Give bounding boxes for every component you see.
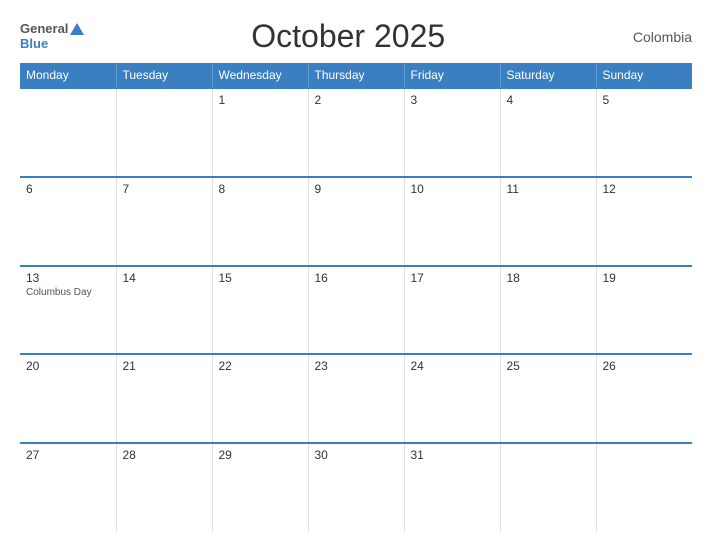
col-header-wednesday: Wednesday (212, 63, 308, 88)
day-number: 26 (603, 359, 687, 373)
country-label: Colombia (612, 29, 692, 45)
day-cell: 27 (20, 443, 116, 532)
day-cell: 21 (116, 354, 212, 443)
day-number: 23 (315, 359, 398, 373)
day-cell: 3 (404, 88, 500, 177)
logo-triangle-icon (70, 23, 84, 35)
day-cell: 23 (308, 354, 404, 443)
day-number: 9 (315, 182, 398, 196)
week-row-5: 27 28 29 30 31 (20, 443, 692, 532)
day-cell: 11 (500, 177, 596, 266)
day-cell: 2 (308, 88, 404, 177)
day-cell: 25 (500, 354, 596, 443)
week-row-1: 12345 (20, 88, 692, 177)
day-cell: 22 (212, 354, 308, 443)
week-row-3: 13 Columbus Day 14 15 16 17 18 19 (20, 266, 692, 355)
day-number: 28 (123, 448, 206, 462)
logo-blue-text: Blue (20, 37, 48, 51)
col-header-monday: Monday (20, 63, 116, 88)
month-title: October 2025 (84, 18, 612, 55)
day-cell: 14 (116, 266, 212, 355)
col-header-thursday: Thursday (308, 63, 404, 88)
day-number: 27 (26, 448, 110, 462)
day-cell: 20 (20, 354, 116, 443)
day-number: 2 (315, 93, 398, 107)
day-number: 4 (507, 93, 590, 107)
week-row-2: 6789 10 11 12 (20, 177, 692, 266)
day-cell: 31 (404, 443, 500, 532)
day-cell: 7 (116, 177, 212, 266)
logo: General Blue (20, 22, 84, 51)
day-number: 10 (411, 182, 494, 196)
day-number: 11 (507, 182, 590, 196)
day-cell: 9 (308, 177, 404, 266)
day-cell (116, 88, 212, 177)
day-cell: 8 (212, 177, 308, 266)
day-number: 20 (26, 359, 110, 373)
day-number: 19 (603, 271, 687, 285)
day-cell: 17 (404, 266, 500, 355)
day-cell: 24 (404, 354, 500, 443)
day-cell: 10 (404, 177, 500, 266)
calendar-header-row: MondayTuesdayWednesdayThursdayFridaySatu… (20, 63, 692, 88)
day-cell: 15 (212, 266, 308, 355)
day-cell (500, 443, 596, 532)
col-header-saturday: Saturday (500, 63, 596, 88)
day-number: 5 (603, 93, 687, 107)
day-number: 8 (219, 182, 302, 196)
day-cell: 6 (20, 177, 116, 266)
day-number: 12 (603, 182, 687, 196)
day-number: 21 (123, 359, 206, 373)
day-number: 1 (219, 93, 302, 107)
day-cell: 1 (212, 88, 308, 177)
day-cell: 28 (116, 443, 212, 532)
day-number: 14 (123, 271, 206, 285)
day-number: 3 (411, 93, 494, 107)
col-header-tuesday: Tuesday (116, 63, 212, 88)
day-cell: 4 (500, 88, 596, 177)
page: General Blue October 2025 Colombia Monda… (0, 0, 712, 550)
day-cell: 18 (500, 266, 596, 355)
day-number: 16 (315, 271, 398, 285)
col-header-sunday: Sunday (596, 63, 692, 88)
day-number: 15 (219, 271, 302, 285)
day-number: 24 (411, 359, 494, 373)
day-cell: 26 (596, 354, 692, 443)
day-number: 30 (315, 448, 398, 462)
day-cell: 19 (596, 266, 692, 355)
day-number: 6 (26, 182, 110, 196)
day-number: 17 (411, 271, 494, 285)
day-cell (20, 88, 116, 177)
day-number: 22 (219, 359, 302, 373)
day-number: 31 (411, 448, 494, 462)
week-row-4: 20 21 22 23 24 25 26 (20, 354, 692, 443)
day-cell: 16 (308, 266, 404, 355)
day-number: 7 (123, 182, 206, 196)
day-number: 18 (507, 271, 590, 285)
day-cell (596, 443, 692, 532)
day-cell: 13 Columbus Day (20, 266, 116, 355)
calendar-table: MondayTuesdayWednesdayThursdayFridaySatu… (20, 63, 692, 532)
day-cell: 30 (308, 443, 404, 532)
calendar-header: General Blue October 2025 Colombia (20, 18, 692, 55)
col-header-friday: Friday (404, 63, 500, 88)
day-number: 29 (219, 448, 302, 462)
day-event: Columbus Day (26, 287, 110, 298)
logo-general-text: General (20, 22, 68, 36)
day-cell: 5 (596, 88, 692, 177)
day-cell: 29 (212, 443, 308, 532)
day-number: 13 (26, 271, 110, 285)
day-number: 25 (507, 359, 590, 373)
day-cell: 12 (596, 177, 692, 266)
